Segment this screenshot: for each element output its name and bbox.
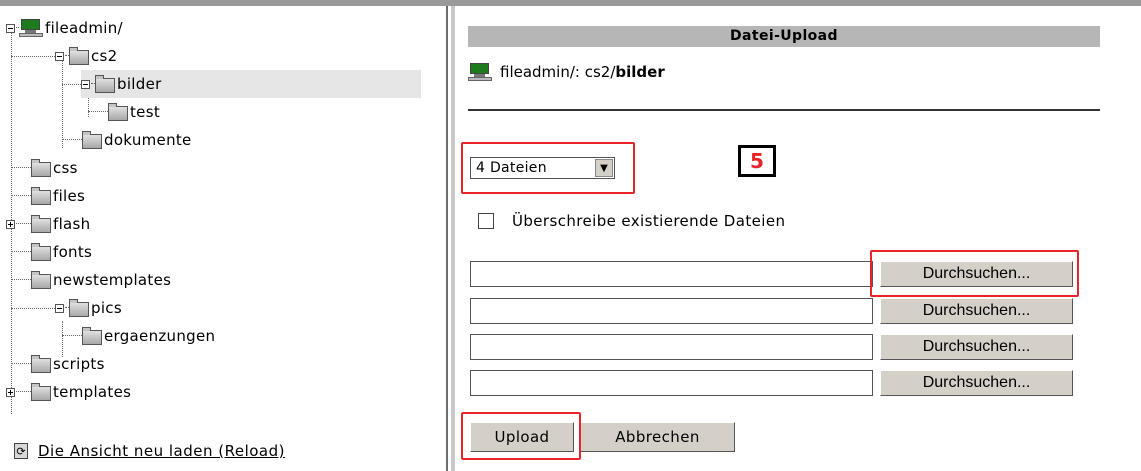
step-badge: 5 [738,145,776,177]
frame-divider-shadow [451,6,455,471]
tree-item-css[interactable]: css [11,154,78,182]
browse-button[interactable]: Durchsuchen... [880,298,1073,324]
collapse-icon[interactable] [81,79,90,89]
tree-item-label: scripts [53,355,105,373]
tree-item-dokumente[interactable]: dokumente [62,126,192,154]
frame-divider[interactable] [446,6,448,471]
tree-item-label: cs2 [91,47,118,65]
folder-icon [31,354,51,373]
folder-tree: fileadmin/ cs2 bilder test dokumente css… [0,6,446,471]
expand-icon[interactable] [6,219,15,229]
collapse-icon[interactable] [55,303,64,313]
tree-item-flash[interactable]: flash [6,210,90,238]
tree-item-label: bilder [117,75,162,93]
path-text: fileadmin/: cs2/bilder [500,63,665,81]
folder-icon [31,186,51,205]
folder-icon [31,214,51,233]
overwrite-row: Überschreibe existierende Dateien [478,212,785,230]
reload-link[interactable]: Die Ansicht neu laden (Reload) [38,442,285,460]
tree-connector [11,56,55,58]
folder-icon [69,298,89,317]
current-path: fileadmin/: cs2/bilder [468,62,665,82]
collapse-icon[interactable] [6,23,15,33]
tree-root-label: fileadmin/ [45,19,123,37]
browse-button[interactable]: Durchsuchen... [880,334,1073,360]
file-path-input[interactable] [470,261,873,287]
folder-icon [31,382,51,401]
tree-item-cs2[interactable]: cs2 [55,42,118,70]
overwrite-label: Überschreibe existierende Dateien [512,212,786,230]
path-prefix: fileadmin/: cs2/ [500,63,616,81]
tree-item-label: ergaenzungen [104,327,216,345]
tree-item-scripts[interactable]: scripts [11,350,105,378]
tree-item-test[interactable]: test [88,98,160,126]
tree-item-label: templates [53,383,132,401]
folder-icon [31,158,51,177]
folder-icon [69,46,89,65]
tree-item-templates[interactable]: templates [6,378,131,406]
separator [468,109,1100,111]
folder-icon [95,74,115,93]
tree-item-fonts[interactable]: fonts [11,238,92,266]
panel-title: Datei-Upload [468,26,1100,47]
tree-item-label: files [53,187,86,205]
tree-item-label: test [130,103,161,121]
file-path-input[interactable] [470,334,873,360]
tree-connector [62,84,81,86]
cancel-button[interactable]: Abbrechen [580,422,735,452]
overwrite-checkbox[interactable] [478,213,494,229]
browse-button[interactable]: Durchsuchen... [880,370,1073,396]
tree-item-label: pics [91,299,122,317]
file-path-input[interactable] [470,298,873,324]
highlight-box [461,142,635,194]
path-current-folder: bilder [615,63,665,81]
folder-icon [31,270,51,289]
folder-icon [31,242,51,261]
server-icon [468,62,492,82]
folder-icon [82,130,102,149]
file-path-input[interactable] [470,370,873,396]
tree-item-label: flash [53,215,91,233]
tree-connector [11,308,55,310]
tree-item-pics[interactable]: pics [55,294,122,322]
tree-item-ergaenzungen[interactable]: ergaenzungen [62,322,215,350]
expand-icon[interactable] [6,387,15,397]
highlight-box [461,412,581,460]
tree-item-label: dokumente [104,131,192,149]
server-icon [19,18,43,38]
tree-root[interactable]: fileadmin/ [6,14,123,42]
tree-item-bilder[interactable]: bilder [81,70,421,98]
folder-icon [82,326,102,345]
collapse-icon[interactable] [55,51,64,61]
tree-item-label: newstemplates [53,271,172,289]
highlight-box [870,250,1079,297]
tree-item-label: fonts [53,243,93,261]
reload-row: ⟳ Die Ansicht neu laden (Reload) [14,442,285,460]
reload-icon[interactable]: ⟳ [14,443,28,459]
folder-icon [108,102,128,121]
tree-item-files[interactable]: files [11,182,85,210]
tree-item-newstemplates[interactable]: newstemplates [11,266,171,294]
tree-item-label: css [53,159,78,177]
